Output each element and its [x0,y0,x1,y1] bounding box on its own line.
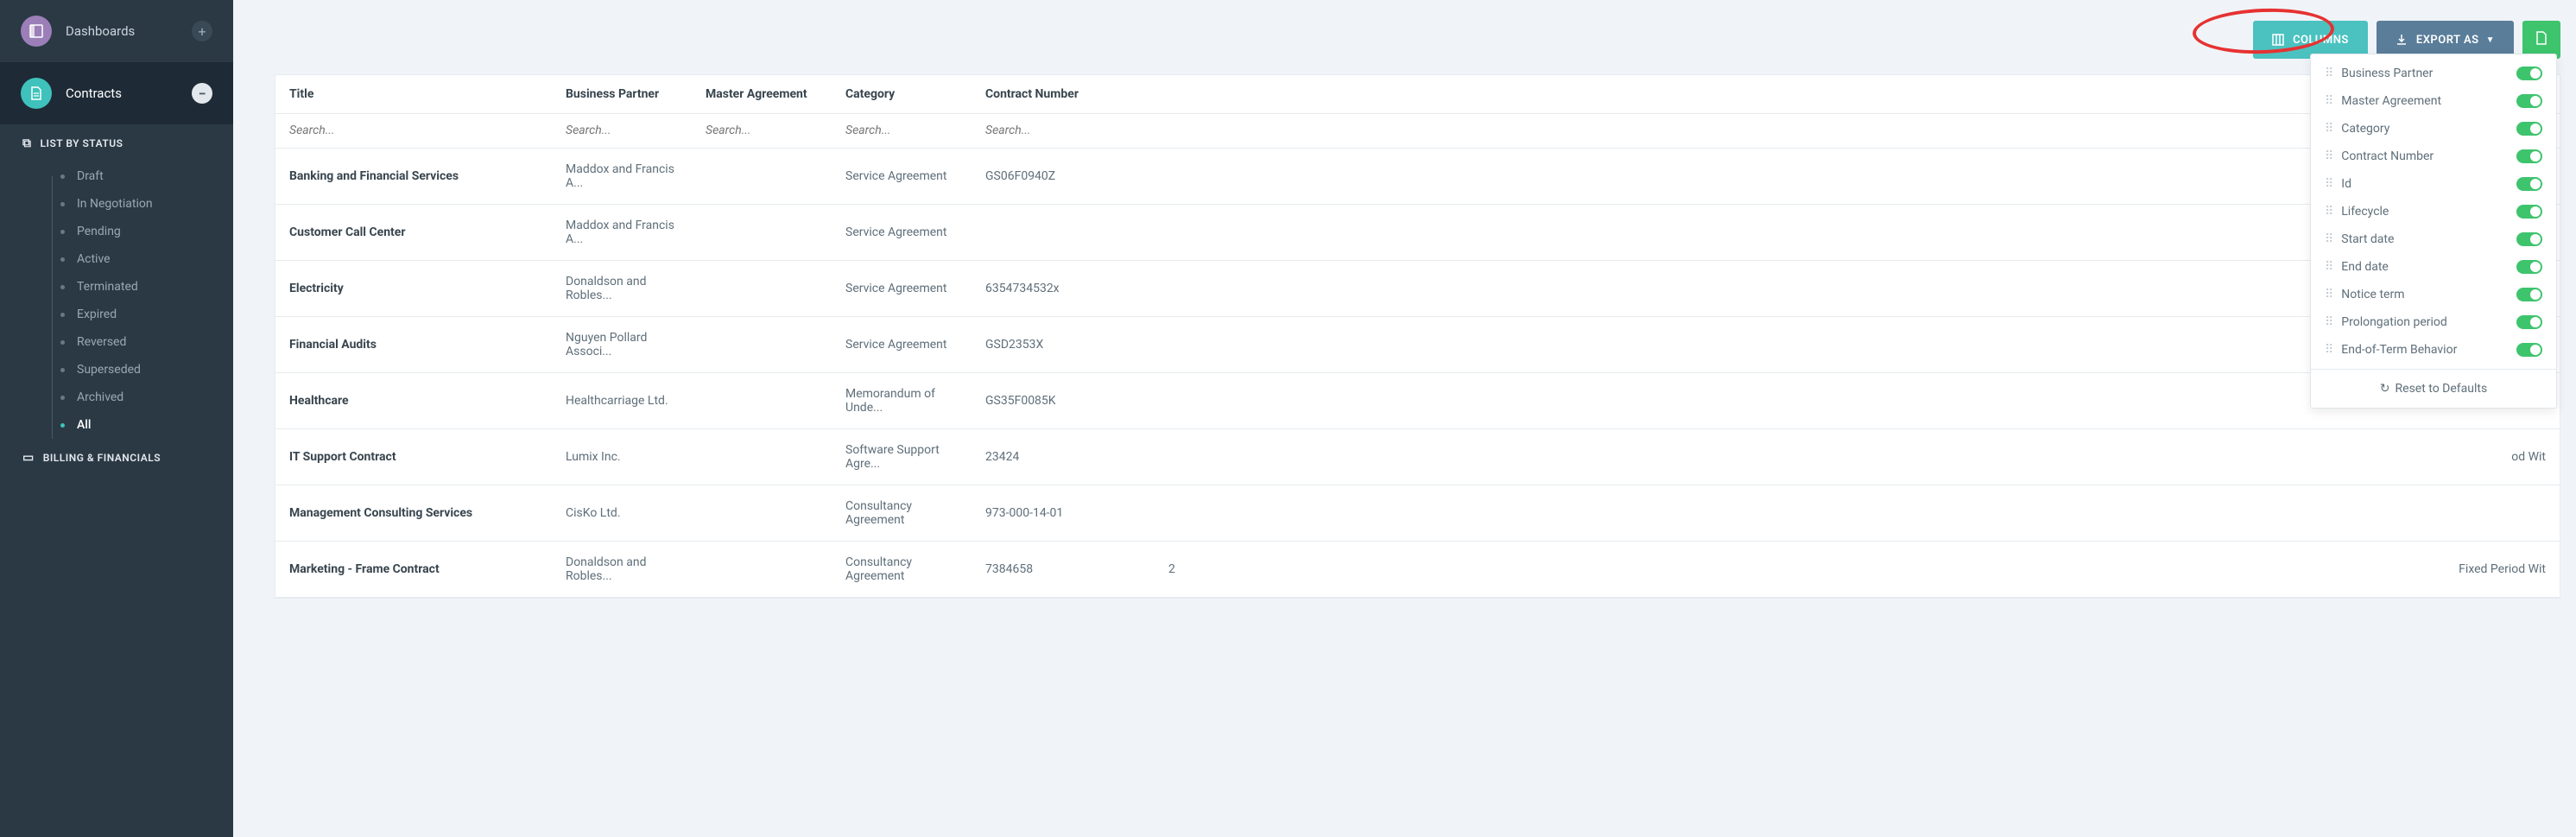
toggle-switch[interactable] [2516,205,2542,219]
toggle-switch[interactable] [2516,122,2542,136]
status-reversed[interactable]: Reversed [0,328,233,356]
header-contract-number[interactable]: Contract Number [972,75,1094,114]
undo-icon: ↻ [2380,382,2390,396]
sidebar: Dashboards + Contracts − ⧉ LIST BY STATU… [0,0,233,837]
contracts-label: Contracts [66,86,192,101]
search-row [275,114,2560,149]
caret-down-icon: ▼ [2486,35,2495,45]
search-title[interactable] [289,124,538,137]
toolbar: COLUMNS EXPORT AS ▼ [233,0,2576,59]
table-row[interactable]: Financial AuditsNguyen Pollard Associ...… [275,317,2560,373]
column-toggle-row: ⠿End-of-Term Behavior [2311,336,2556,364]
toggle-switch[interactable] [2516,343,2542,357]
status-expired[interactable]: Expired [0,301,233,328]
main-content: COLUMNS EXPORT AS ▼ Title Business Partn… [233,0,2576,837]
column-toggle-row: ⠿Category [2311,115,2556,143]
table-row[interactable]: Banking and Financial ServicesMaddox and… [275,149,2560,205]
header-category[interactable]: Category [832,75,972,114]
columns-panel: ⠿Business Partner ⠿Master Agreement ⠿Cat… [2310,54,2557,409]
table-row[interactable]: Marketing - Frame ContractDonaldson and … [275,542,2560,598]
columns-panel-body[interactable]: ⠿Business Partner ⠿Master Agreement ⠿Cat… [2311,54,2556,369]
download-icon [2396,34,2408,46]
header-title[interactable]: Title [275,75,552,114]
header-master-agreement[interactable]: Master Agreement [692,75,832,114]
toggle-switch[interactable] [2516,67,2542,80]
status-tree: Draft In Negotiation Pending Active Term… [0,162,233,439]
table-row[interactable]: HealthcareHealthcarriage Ltd.Memorandum … [275,373,2560,429]
column-toggle-row: ⠿End date [2311,253,2556,281]
drag-handle-icon[interactable]: ⠿ [2325,205,2331,219]
toggle-switch[interactable] [2516,177,2542,191]
search-ma[interactable] [706,124,818,137]
table-row[interactable]: IT Support ContractLumix Inc.Software Su… [275,429,2560,485]
column-toggle-row: ⠿Id [2311,170,2556,198]
contracts-table: Title Business Partner Master Agreement … [275,74,2560,599]
toggle-switch[interactable] [2516,94,2542,108]
dashboard-icon [21,16,52,47]
drag-handle-icon[interactable]: ⠿ [2325,94,2331,108]
drag-handle-icon[interactable]: ⠿ [2325,122,2331,136]
header-business-partner[interactable]: Business Partner [552,75,692,114]
column-toggle-row: ⠿Business Partner [2311,60,2556,87]
column-toggle-row: ⠿Prolongation period [2311,308,2556,336]
toggle-switch[interactable] [2516,232,2542,246]
table-row[interactable]: Management Consulting ServicesCisKo Ltd.… [275,485,2560,542]
contracts-icon [21,78,52,109]
list-by-status-header[interactable]: ⧉ LIST BY STATUS [0,124,233,162]
drag-handle-icon[interactable]: ⠿ [2325,260,2331,274]
column-toggle-row: ⠿Lifecycle [2311,198,2556,225]
reset-defaults-button[interactable]: ↻ Reset to Defaults [2311,369,2556,408]
toggle-switch[interactable] [2516,315,2542,329]
column-toggle-row: ⠿Master Agreement [2311,87,2556,115]
status-in-negotiation[interactable]: In Negotiation [0,190,233,218]
columns-icon [2272,34,2284,46]
expand-icon[interactable]: + [192,21,212,41]
collapse-icon[interactable]: − [192,83,212,104]
table-header-row: Title Business Partner Master Agreement … [275,75,2560,114]
toggle-switch[interactable] [2516,260,2542,274]
sidebar-item-contracts[interactable]: Contracts − [0,62,233,124]
status-all[interactable]: All [0,411,233,439]
drag-handle-icon[interactable]: ⠿ [2325,315,2331,329]
toggle-switch[interactable] [2516,149,2542,163]
drag-handle-icon[interactable]: ⠿ [2325,343,2331,357]
search-cn[interactable] [985,124,1080,137]
drag-handle-icon[interactable]: ⠿ [2325,177,2331,191]
billing-financials-header[interactable]: ▭ BILLING & FINANCIALS [0,439,233,477]
status-draft[interactable]: Draft [0,162,233,190]
table-body: Banking and Financial ServicesMaddox and… [275,149,2560,598]
drag-handle-icon[interactable]: ⠿ [2325,67,2331,80]
table-row[interactable]: Customer Call CenterMaddox and Francis A… [275,205,2560,261]
status-pending[interactable]: Pending [0,218,233,245]
status-active[interactable]: Active [0,245,233,273]
table-row[interactable]: ElectricityDonaldson and Robles...Servic… [275,261,2560,317]
search-cat[interactable] [845,124,958,137]
column-toggle-row: ⠿Contract Number [2311,143,2556,170]
toggle-switch[interactable] [2516,288,2542,301]
doc-icon [2535,31,2548,48]
dashboards-label: Dashboards [66,23,192,39]
column-toggle-row: ⠿Notice term [2311,281,2556,308]
sidebar-item-dashboards[interactable]: Dashboards + [0,0,233,62]
drag-handle-icon[interactable]: ⠿ [2325,149,2331,163]
status-archived[interactable]: Archived [0,384,233,411]
status-terminated[interactable]: Terminated [0,273,233,301]
copy-icon: ⧉ [22,136,32,150]
card-icon: ▭ [22,451,35,465]
status-superseded[interactable]: Superseded [0,356,233,384]
drag-handle-icon[interactable]: ⠿ [2325,288,2331,301]
search-bp[interactable] [566,124,678,137]
drag-handle-icon[interactable]: ⠿ [2325,232,2331,246]
column-toggle-row: ⠿Start date [2311,225,2556,253]
